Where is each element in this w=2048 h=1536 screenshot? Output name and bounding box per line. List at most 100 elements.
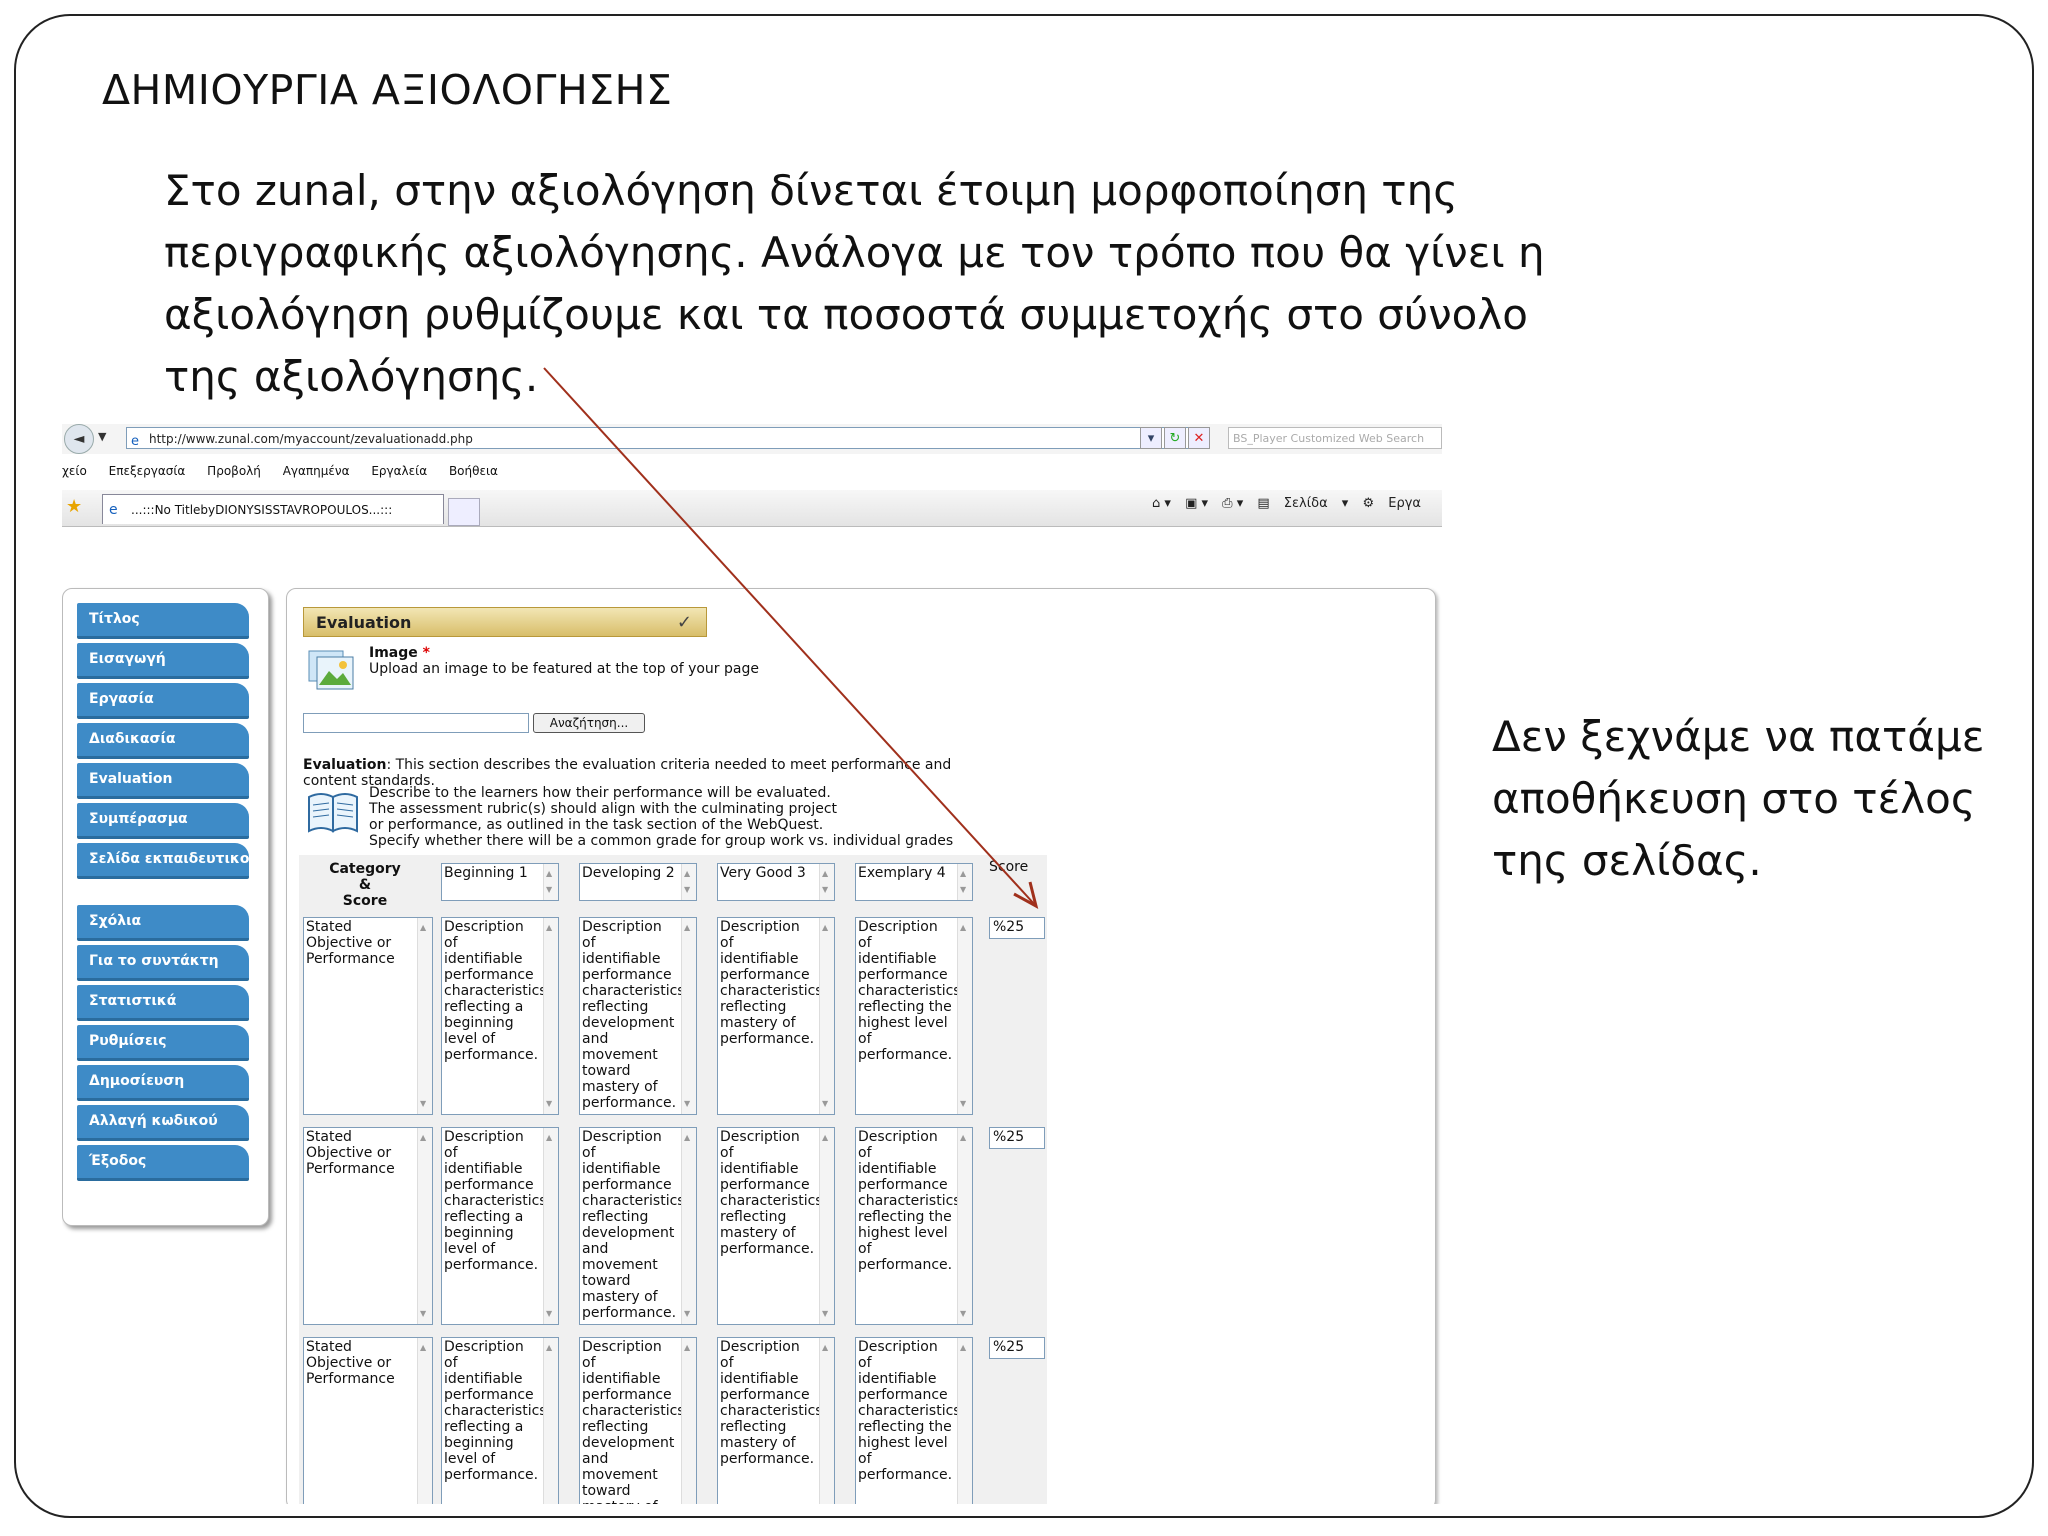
scrollbar[interactable] [417, 918, 432, 1114]
rubric-cell[interactable]: Description of identifiable performance … [717, 1127, 835, 1325]
scrollbar[interactable] [819, 1128, 834, 1324]
browser-tab[interactable]: e ...:::No TitlebyDIONYSISSTAVROPOULOS...… [102, 494, 444, 524]
scrollbar[interactable] [681, 1128, 696, 1324]
menu-item-view[interactable]: Προβολή [207, 464, 261, 478]
refresh-icon[interactable]: ↻ [1164, 427, 1186, 449]
category-header-line: & [358, 877, 372, 893]
sidebar-item-publish[interactable]: Δημοσίευση [77, 1065, 249, 1101]
scrollbar[interactable] [957, 864, 972, 900]
tools-menu[interactable]: ⚙ Εργα [1362, 496, 1431, 511]
scrollbar[interactable] [417, 1128, 432, 1324]
category-cell[interactable]: Stated Objective or Performance [303, 1127, 433, 1325]
checkmark-icon: ✓ [676, 612, 692, 633]
menu-bar: χείο Επεξεργασία Προβολή Αγαπημένα Εργαλ… [62, 460, 1442, 482]
sidebar-item-task[interactable]: Εργασία [77, 683, 249, 719]
tab-title: ...:::No TitlebyDIONYSISSTAVROPOULOS...:… [131, 503, 393, 517]
back-icon[interactable]: ◄ [64, 424, 94, 454]
search-input[interactable]: BS_Player Customized Web Search [1228, 427, 1442, 449]
rubric-cell[interactable]: Description of identifiable performance … [579, 1337, 697, 1504]
rubric-cell-text: Description of identifiable performance … [720, 1129, 823, 1257]
sidebar-item-introduction[interactable]: Εισαγωγή [77, 643, 249, 679]
level-header-3[interactable]: Very Good 3 [717, 863, 835, 901]
menu-item-favorites[interactable]: Αγαπημένα [283, 464, 350, 478]
rubric-cell[interactable]: Description of identifiable performance … [855, 1127, 973, 1325]
sidebar-item-conclusion[interactable]: Συμπέρασμα [77, 803, 249, 839]
level-header-text: Beginning 1 [444, 865, 528, 881]
scrollbar[interactable] [681, 864, 696, 900]
rubric-cell-text: Description of identifiable performance … [582, 1129, 685, 1321]
level-header-1[interactable]: Beginning 1 [441, 863, 559, 901]
category-cell[interactable]: Stated Objective or Performance [303, 917, 433, 1115]
required-marker: * [422, 645, 430, 661]
sidebar-item-teacher-page[interactable]: Σελίδα εκπαιδευτικού [77, 843, 249, 879]
rubric-cell[interactable]: Description of identifiable performance … [717, 917, 835, 1115]
rubric-cell[interactable]: Description of identifiable performance … [855, 917, 973, 1115]
category-cell[interactable]: Stated Objective or Performance [303, 1337, 433, 1504]
file-path-input[interactable] [303, 713, 529, 733]
scrollbar[interactable] [957, 1338, 972, 1504]
sidebar-item-change-password[interactable]: Αλλαγή κωδικού [77, 1105, 249, 1141]
new-tab-button[interactable] [448, 498, 480, 526]
level-header-text: Developing 2 [582, 865, 675, 881]
score-input[interactable]: %25 [989, 1337, 1045, 1359]
menu-item-tools[interactable]: Εργαλεία [371, 464, 427, 478]
rubric-cell[interactable]: Description of identifiable performance … [717, 1337, 835, 1504]
sidebar-item-process[interactable]: Διαδικασία [77, 723, 249, 759]
rubric-cell[interactable]: Description of identifiable performance … [441, 1127, 559, 1325]
sidebar-item-comments[interactable]: Σχόλια [77, 905, 249, 941]
url-text: http://www.zunal.com/myaccount/zevaluati… [149, 432, 473, 446]
scrollbar[interactable] [819, 918, 834, 1114]
sidebar-item-settings[interactable]: Ρυθμίσεις [77, 1025, 249, 1061]
chevron-down-icon[interactable]: ▼ [98, 430, 106, 443]
category-header-line: Category [329, 861, 401, 877]
menu-item-edit[interactable]: Επεξεργασία [109, 464, 186, 478]
toolbar-commands: ⌂ ▾ ▣ ▾ ⎙ ▾ ▤ Σελίδα ▾ ⚙ Εργα [1152, 496, 1441, 511]
feeds-icon[interactable]: ▣ ▾ [1185, 496, 1208, 511]
score-input[interactable]: %25 [989, 1127, 1045, 1149]
rubric-cell-text: Description of identifiable performance … [582, 919, 685, 1111]
scrollbar[interactable] [543, 918, 558, 1114]
level-header-4[interactable]: Exemplary 4 [855, 863, 973, 901]
url-dropdown-icon[interactable]: ▾ [1140, 427, 1162, 449]
score-input[interactable]: %25 [989, 917, 1045, 939]
sidebar-item-title[interactable]: Τίτλος [77, 603, 249, 639]
scrollbar[interactable] [957, 1128, 972, 1324]
url-field[interactable]: e http://www.zunal.com/myaccount/zevaluat… [126, 427, 1202, 449]
menu-item-file[interactable]: χείο [62, 464, 87, 478]
rubric-cell[interactable]: Description of identifiable performance … [855, 1337, 973, 1504]
home-icon[interactable]: ⌂ ▾ [1152, 496, 1171, 511]
page-menu[interactable]: ▤ Σελίδα ▾ [1257, 496, 1348, 511]
menu-item-help[interactable]: Βοήθεια [449, 464, 498, 478]
favorites-star-icon[interactable]: ★ [66, 496, 82, 517]
scrollbar[interactable] [681, 918, 696, 1114]
level-header-2[interactable]: Developing 2 [579, 863, 697, 901]
scrollbar[interactable] [543, 864, 558, 900]
evaluation-header[interactable]: Evaluation ✓ [303, 607, 707, 637]
category-text: Stated Objective or Performance [306, 1339, 395, 1387]
rubric-cell[interactable]: Description of identifiable performance … [441, 917, 559, 1115]
stop-icon[interactable]: ✕ [1188, 427, 1210, 449]
note-line: or performance, as outlined in the task … [369, 817, 824, 833]
print-icon[interactable]: ⎙ ▾ [1222, 496, 1243, 511]
sidebar-item-evaluation[interactable]: Evaluation [77, 763, 249, 799]
scrollbar[interactable] [543, 1338, 558, 1504]
scrollbar[interactable] [417, 1338, 432, 1504]
scrollbar[interactable] [819, 1338, 834, 1504]
scrollbar[interactable] [681, 1338, 696, 1504]
browse-button[interactable]: Αναζήτηση... [533, 713, 645, 733]
rubric-cell[interactable]: Description of identifiable performance … [579, 917, 697, 1115]
rubric-cell-text: Description of identifiable performance … [444, 1339, 547, 1483]
scrollbar[interactable] [957, 918, 972, 1114]
category-text: Stated Objective or Performance [306, 919, 395, 967]
evaluation-header-label: Evaluation [316, 613, 412, 632]
rubric-cell-text: Description of identifiable performance … [444, 1129, 547, 1273]
ie-page-icon: e [131, 434, 139, 449]
scrollbar[interactable] [819, 864, 834, 900]
rubric-cell[interactable]: Description of identifiable performance … [579, 1127, 697, 1325]
sidebar-item-author[interactable]: Για το συντάκτη [77, 945, 249, 981]
sidebar-item-logout[interactable]: Έξοδος [77, 1145, 249, 1181]
rubric-cell[interactable]: Description of identifiable performance … [441, 1337, 559, 1504]
sidebar-item-statistics[interactable]: Στατιστικά [77, 985, 249, 1021]
scrollbar[interactable] [543, 1128, 558, 1324]
intro-line: περιγραφικής αξιολόγησης. Ανάλογα με τον… [164, 228, 1545, 277]
